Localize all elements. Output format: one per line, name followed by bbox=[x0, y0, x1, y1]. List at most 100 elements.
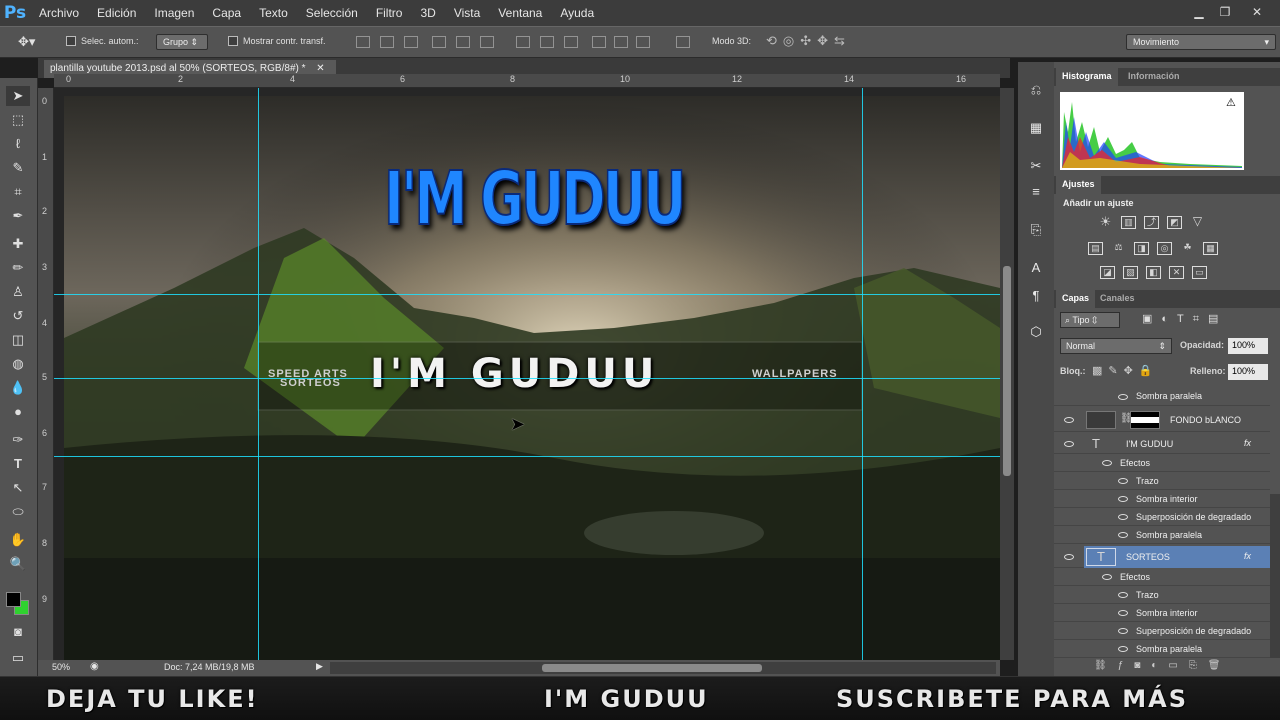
auto-select-checkbox[interactable]: Selec. autom.: bbox=[66, 36, 139, 46]
eyedropper-tool-icon[interactable]: ✒ bbox=[6, 206, 30, 226]
move-tool-icon[interactable]: ✥▾ bbox=[18, 34, 35, 50]
menu-capa[interactable]: Capa bbox=[203, 0, 250, 26]
distribute-top-icon[interactable] bbox=[516, 36, 530, 48]
layer-effect-row[interactable]: Sombra interior bbox=[1054, 490, 1270, 508]
menu-3d[interactable]: 3D bbox=[411, 0, 444, 26]
align-bottom-icon[interactable] bbox=[404, 36, 418, 48]
tab-channels[interactable]: Canales bbox=[1094, 290, 1141, 308]
menu-texto[interactable]: Texto bbox=[250, 0, 297, 26]
screen-mode-icon[interactable]: ▭ bbox=[6, 648, 30, 668]
layers-footer-icons[interactable]: ⛓ƒ◙◐▭⎘🗑 bbox=[1094, 660, 1231, 671]
opacity-input[interactable]: 100% bbox=[1228, 338, 1268, 354]
minimize-icon[interactable]: ▁ bbox=[1188, 3, 1210, 21]
brush-presets-icon[interactable]: ≡ bbox=[1028, 184, 1044, 200]
layers-scrollbar[interactable] bbox=[1270, 494, 1280, 658]
close-icon[interactable]: ✕ bbox=[1246, 3, 1268, 21]
lasso-tool-icon[interactable]: ℓ bbox=[6, 134, 30, 154]
guide-horizontal[interactable] bbox=[54, 294, 1000, 295]
layer-effect-row[interactable]: Sombra paralela bbox=[1054, 640, 1270, 658]
distribute-bottom-icon[interactable] bbox=[564, 36, 578, 48]
tool-presets-icon[interactable]: ✂ bbox=[1028, 158, 1044, 174]
eye-icon[interactable] bbox=[1118, 496, 1128, 502]
eye-icon[interactable] bbox=[1118, 394, 1128, 400]
brightness-icon[interactable]: ☀ bbox=[1098, 215, 1113, 229]
tab-layers[interactable]: Capas bbox=[1056, 290, 1096, 308]
channel-mixer-icon[interactable]: ☘ bbox=[1180, 242, 1195, 255]
threshold-icon[interactable]: ◧ bbox=[1146, 266, 1161, 279]
eye-icon[interactable] bbox=[1118, 478, 1128, 484]
brush-tool-icon[interactable]: ✏ bbox=[6, 258, 30, 278]
align-right-icon[interactable] bbox=[480, 36, 494, 48]
menu-ayuda[interactable]: Ayuda bbox=[551, 0, 603, 26]
auto-align-icon[interactable] bbox=[676, 36, 690, 48]
guide-horizontal[interactable] bbox=[54, 456, 1000, 457]
move-tool-icon[interactable]: ➤ bbox=[6, 86, 30, 106]
color-balance-icon[interactable]: ⚖ bbox=[1111, 242, 1126, 255]
blend-mode-select[interactable]: Normal ⇕ bbox=[1060, 338, 1172, 354]
paint-bucket-icon[interactable]: ◍ bbox=[6, 354, 30, 374]
eye-icon[interactable] bbox=[1102, 574, 1112, 580]
dodge-tool-icon[interactable]: ● bbox=[6, 402, 30, 422]
quick-mask-icon[interactable]: ◙ bbox=[6, 622, 30, 642]
character-panel-icon[interactable]: A bbox=[1028, 260, 1044, 276]
zoom-level[interactable]: 50% bbox=[52, 662, 70, 672]
layer-effect-row[interactable]: Sombra interior bbox=[1054, 604, 1270, 622]
posterize-icon[interactable]: ▧ bbox=[1123, 266, 1138, 279]
eye-icon[interactable] bbox=[1064, 417, 1074, 423]
eye-icon[interactable] bbox=[1118, 646, 1128, 652]
layer-row[interactable]: ⛓ FONDO bLANCO bbox=[1054, 408, 1270, 432]
document-canvas[interactable]: I'M GUDUU SPEED ARTS SORTEOS I'M GUDUU W… bbox=[54, 88, 1000, 660]
eye-icon[interactable] bbox=[1118, 592, 1128, 598]
distribute-right-icon[interactable] bbox=[636, 36, 650, 48]
status-info-icon[interactable]: ◉ bbox=[90, 661, 99, 672]
effects-row[interactable]: Efectos bbox=[1054, 568, 1270, 586]
menu-archivo[interactable]: Archivo bbox=[30, 0, 88, 26]
guide-vertical[interactable] bbox=[862, 88, 863, 660]
gradient-map-icon[interactable]: ▭ bbox=[1192, 266, 1207, 279]
pen-tool-icon[interactable]: ✑ bbox=[6, 430, 30, 450]
marquee-tool-icon[interactable]: ⬚ bbox=[6, 110, 30, 130]
effects-row[interactable]: Efectos bbox=[1054, 454, 1270, 472]
restore-icon[interactable]: ❐ bbox=[1214, 3, 1236, 21]
layer-effect-row[interactable]: Superposición de degradado bbox=[1054, 508, 1270, 526]
menu-imagen[interactable]: Imagen bbox=[145, 0, 203, 26]
warning-icon[interactable]: ⚠ bbox=[1226, 96, 1236, 109]
eye-icon[interactable] bbox=[1064, 554, 1074, 560]
layer-effect-row[interactable]: Trazo bbox=[1054, 586, 1270, 604]
layer-row[interactable]: T I'M GUDUU fx bbox=[1054, 434, 1270, 454]
color-lookup-icon[interactable]: ▦ bbox=[1203, 242, 1218, 255]
text-tool-icon[interactable]: T bbox=[6, 454, 30, 474]
fx-icon[interactable]: fx bbox=[1244, 551, 1251, 561]
invert-icon[interactable]: ◪ bbox=[1100, 266, 1115, 279]
layer-effect-row[interactable]: Sombra paralela bbox=[1054, 526, 1270, 544]
menu-vista[interactable]: Vista bbox=[445, 0, 489, 26]
black-white-icon[interactable]: ◨ bbox=[1134, 242, 1149, 255]
ellipse-tool-icon[interactable]: ⬭ bbox=[6, 502, 30, 522]
levels-icon[interactable]: ▥ bbox=[1121, 216, 1136, 229]
exposure-icon[interactable]: ◩ bbox=[1167, 216, 1182, 229]
paragraph-panel-icon[interactable]: ¶ bbox=[1028, 288, 1044, 304]
scroll-thumb[interactable] bbox=[1003, 266, 1011, 476]
tab-close-icon[interactable]: ✕ bbox=[316, 63, 324, 74]
menu-seleccion[interactable]: Selección bbox=[297, 0, 367, 26]
3d-panel-icon[interactable]: ⬡ bbox=[1028, 324, 1044, 340]
distribute-hcenter-icon[interactable] bbox=[614, 36, 628, 48]
align-left-icon[interactable] bbox=[432, 36, 446, 48]
layer-effect-row[interactable]: Sombra paralela bbox=[1054, 388, 1270, 406]
menu-ventana[interactable]: Ventana bbox=[489, 0, 551, 26]
3d-tools-icons[interactable]: ⟲◎✣✥⇆ bbox=[766, 33, 851, 49]
layer-filter-select[interactable]: ⌕ Tipo ⇕ bbox=[1060, 312, 1120, 328]
fx-icon[interactable]: fx bbox=[1244, 438, 1251, 448]
guide-vertical[interactable] bbox=[258, 88, 259, 660]
eye-icon[interactable] bbox=[1118, 610, 1128, 616]
scroll-thumb[interactable] bbox=[542, 664, 762, 672]
blur-tool-icon[interactable]: 💧 bbox=[6, 378, 30, 398]
eye-icon[interactable] bbox=[1118, 532, 1128, 538]
menu-edicion[interactable]: Edición bbox=[88, 0, 145, 26]
lock-icons[interactable]: ▩✎✥🔒 bbox=[1092, 364, 1159, 377]
vertical-scrollbar[interactable] bbox=[1000, 88, 1014, 660]
align-vcenter-icon[interactable] bbox=[380, 36, 394, 48]
tab-histogram[interactable]: Histograma bbox=[1056, 68, 1118, 86]
eraser-tool-icon[interactable]: ◫ bbox=[6, 330, 30, 350]
tab-info[interactable]: Información bbox=[1122, 68, 1186, 86]
